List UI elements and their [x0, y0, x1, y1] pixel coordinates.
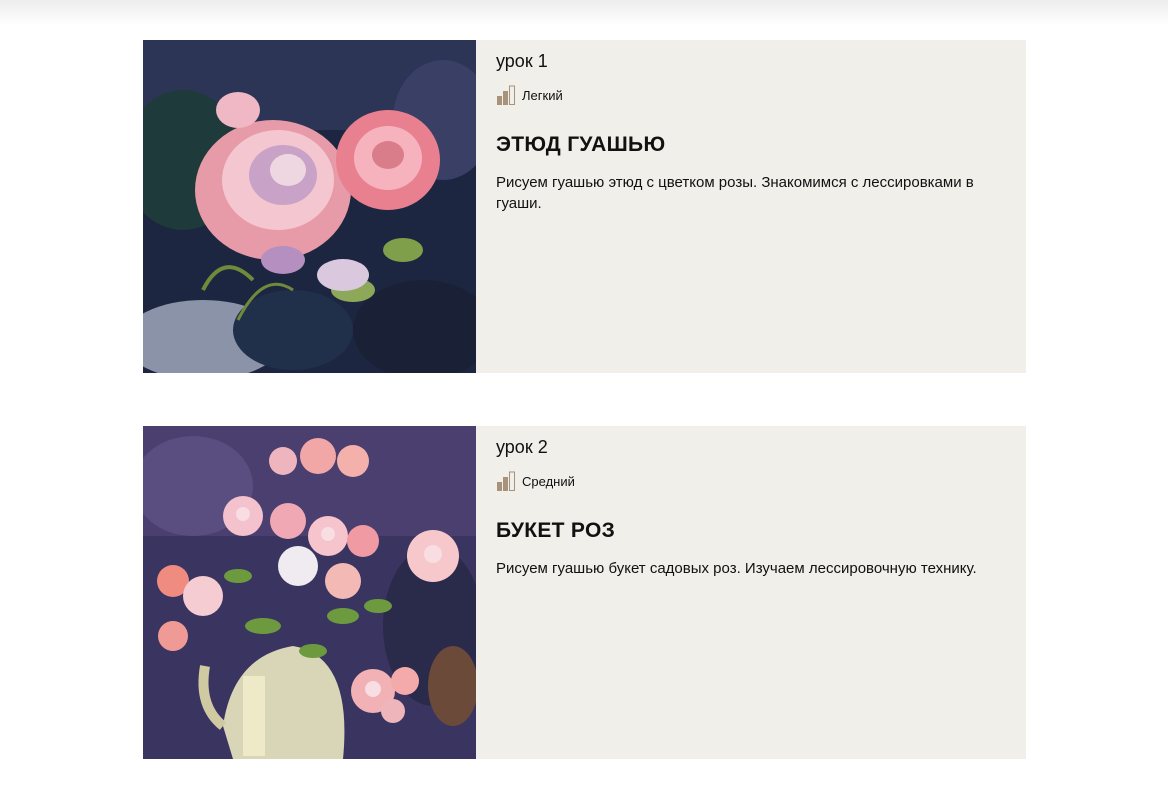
difficulty-bars-icon	[497, 471, 515, 491]
lesson-title[interactable]: БУКЕТ РОЗ	[496, 519, 615, 543]
lesson-title[interactable]: ЭТЮД ГУАШЬЮ	[496, 133, 665, 157]
difficulty-level: Средний	[496, 470, 575, 492]
lesson-card-2[interactable]: урок 2 Средний БУКЕТ РОЗ Рисуем гуашью б…	[143, 426, 1026, 759]
difficulty-label: Средний	[522, 473, 575, 489]
difficulty-label: Легкий	[522, 87, 563, 103]
lesson-description: Рисуем гуашью этюд с цветком розы. Знако…	[496, 174, 974, 212]
lesson-card-1[interactable]: урок 1 Легкий ЭТЮД ГУАШЬЮ Рисуем гуашью …	[143, 40, 1026, 373]
lesson-2-image[interactable]	[143, 426, 476, 759]
lesson-description: Рисуем гуашью букет садовых роз. Изучаем…	[496, 560, 977, 577]
lesson-1-image[interactable]	[143, 40, 476, 373]
header-shadow	[0, 0, 1168, 26]
difficulty-level: Легкий	[496, 84, 563, 106]
difficulty-bars-icon	[497, 85, 515, 105]
lesson-number: урок 1	[496, 51, 548, 71]
lesson-number: урок 2	[496, 437, 548, 457]
